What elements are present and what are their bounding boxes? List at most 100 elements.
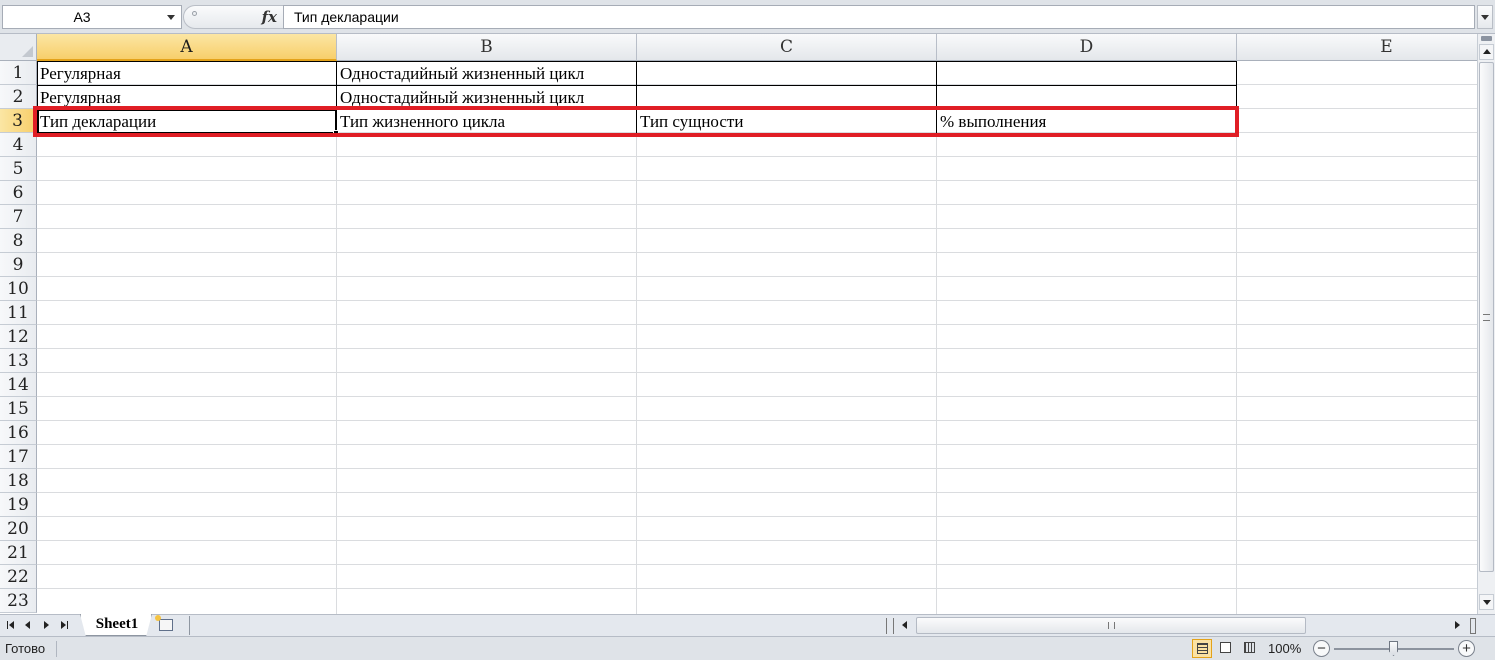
gridline	[37, 228, 1477, 229]
normal-view-icon	[1197, 643, 1208, 654]
vertical-scroll-thumb[interactable]	[1479, 62, 1494, 572]
zoom-level[interactable]: 100%	[1268, 637, 1301, 660]
minus-icon: −	[1317, 640, 1326, 657]
arrow-down-icon	[1483, 600, 1491, 605]
row-header-20[interactable]: 20	[0, 517, 37, 541]
previous-sheet-button[interactable]	[20, 617, 36, 633]
row-header-13[interactable]: 13	[0, 349, 37, 373]
gridline	[37, 204, 1477, 205]
zoom-out-button[interactable]: −	[1313, 640, 1330, 657]
zoom-slider-thumb[interactable]	[1389, 641, 1398, 656]
column-header-a[interactable]: A	[37, 34, 337, 61]
gridline	[37, 372, 1477, 373]
row-header-7[interactable]: 7	[0, 205, 37, 229]
horizontal-scroll-thumb[interactable]	[916, 617, 1306, 634]
gridline	[37, 540, 1477, 541]
scroll-up-button[interactable]	[1479, 44, 1494, 60]
scroll-left-button[interactable]	[898, 617, 913, 634]
gridline	[37, 396, 1477, 397]
gridline	[336, 61, 337, 614]
row-header-4[interactable]: 4	[0, 133, 37, 157]
vertical-scrollbar[interactable]	[1477, 34, 1495, 614]
row-header-9[interactable]: 9	[0, 253, 37, 277]
gridline	[37, 300, 1477, 301]
select-all-triangle-icon	[22, 46, 33, 57]
row-header-11[interactable]: 11	[0, 301, 37, 325]
column-header-d[interactable]: D	[937, 34, 1237, 61]
arrow-up-icon	[1483, 49, 1491, 54]
gridline	[37, 492, 1477, 493]
formula-input[interactable]: Тип декларации	[283, 5, 1475, 29]
sheet-tab-label: Sheet1	[95, 616, 139, 632]
row-header-6[interactable]: 6	[0, 181, 37, 205]
row-header-19[interactable]: 19	[0, 493, 37, 517]
sheet-tab-sheet1[interactable]: Sheet1	[80, 614, 152, 636]
insert-worksheet-button[interactable]	[150, 615, 190, 635]
gridline	[37, 588, 1477, 589]
row-header-23[interactable]: 23	[0, 589, 37, 613]
select-all-button[interactable]	[0, 34, 37, 61]
gridline	[37, 444, 1477, 445]
last-sheet-icon	[67, 621, 68, 629]
gridline	[37, 324, 1477, 325]
gridline	[37, 564, 1477, 565]
gridline	[37, 420, 1477, 421]
zoom-in-button[interactable]: +	[1458, 640, 1475, 657]
sheet-tabs-bar: Sheet1	[0, 614, 1495, 636]
arrow-right-icon	[44, 621, 49, 629]
last-sheet-button[interactable]	[57, 617, 73, 633]
arrow-right-icon	[61, 621, 66, 629]
cell-a1[interactable]: Регулярная	[37, 61, 336, 85]
status-text: Готово	[5, 641, 46, 656]
formula-bar: A3 fx Тип декларации	[0, 0, 1495, 34]
normal-view-button[interactable]	[1192, 639, 1212, 658]
row-header-10[interactable]: 10	[0, 277, 37, 301]
row-header-2[interactable]: 2	[0, 85, 37, 109]
split-handle[interactable]	[1481, 36, 1492, 41]
page-layout-view-button[interactable]	[1216, 639, 1236, 658]
formula-bar-resize-handle[interactable]	[183, 5, 207, 29]
expand-formula-bar-button[interactable]	[1477, 5, 1493, 29]
grip-dot-icon	[192, 11, 197, 16]
column-header-e[interactable]: E	[1237, 34, 1477, 61]
row-header-16[interactable]: 16	[0, 421, 37, 445]
first-sheet-button[interactable]	[3, 617, 19, 633]
highlight-annotation-box	[33, 106, 1239, 137]
row-header-1[interactable]: 1	[0, 61, 37, 85]
page-break-preview-button[interactable]	[1240, 639, 1260, 658]
cell-area[interactable]: Регулярная Одностадийный жизненный цикл …	[33, 61, 1477, 614]
scroll-down-button[interactable]	[1479, 594, 1494, 610]
row-header-14[interactable]: 14	[0, 373, 37, 397]
row-header-12[interactable]: 12	[0, 325, 37, 349]
row-header-17[interactable]: 17	[0, 445, 37, 469]
gridline	[37, 156, 1477, 157]
scroll-right-button[interactable]	[1450, 617, 1465, 634]
cell-b1[interactable]: Одностадийный жизненный цикл	[337, 61, 636, 85]
chevron-down-icon[interactable]	[167, 15, 175, 20]
row-header-5[interactable]: 5	[0, 157, 37, 181]
status-bar: Готово 100% − +	[0, 636, 1495, 660]
row-header-3[interactable]: 3	[0, 109, 37, 133]
column-header-c[interactable]: C	[637, 34, 937, 61]
horizontal-split-handle[interactable]	[1470, 618, 1476, 634]
next-sheet-button[interactable]	[38, 617, 54, 633]
row-header-8[interactable]: 8	[0, 229, 37, 253]
formula-text: Тип декларации	[294, 9, 399, 25]
row-header-15[interactable]: 15	[0, 397, 37, 421]
chevron-down-icon	[1481, 15, 1489, 20]
gridline	[37, 180, 1477, 181]
gridline	[37, 516, 1477, 517]
insert-function-area: fx	[207, 5, 283, 29]
tab-split-handle[interactable]	[886, 618, 894, 634]
arrow-left-icon	[9, 621, 14, 629]
row-header-22[interactable]: 22	[0, 565, 37, 589]
arrow-left-icon	[25, 621, 30, 629]
row-header-21[interactable]: 21	[0, 541, 37, 565]
insert-function-icon[interactable]: fx	[262, 7, 277, 27]
first-sheet-icon	[7, 621, 8, 629]
page-layout-icon	[1220, 642, 1231, 653]
column-header-b[interactable]: B	[337, 34, 637, 61]
arrow-left-icon	[902, 621, 907, 629]
row-header-18[interactable]: 18	[0, 469, 37, 493]
name-box[interactable]: A3	[2, 5, 182, 29]
